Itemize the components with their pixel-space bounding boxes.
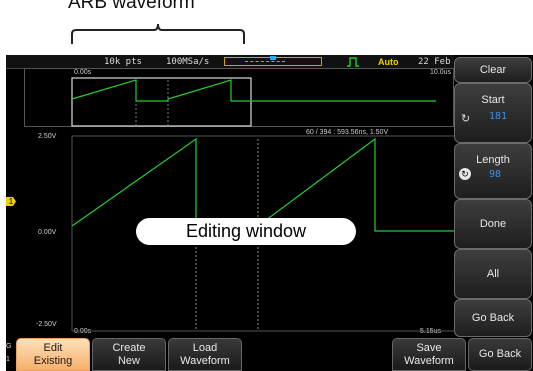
load-waveform-button[interactable]: Load Waveform [168, 338, 242, 371]
create-new-line1: Create [112, 341, 146, 354]
load-waveform-line2: Waveform [180, 354, 230, 367]
load-waveform-line1: Load [192, 341, 218, 354]
save-waveform-button[interactable]: Save Waveform [392, 338, 466, 371]
edit-existing-button[interactable]: Edit Existing [16, 338, 90, 371]
side-go-back-button[interactable]: Go Back [454, 299, 532, 337]
start-label: Start [481, 94, 505, 106]
caption-bracket [71, 23, 245, 44]
knob-icon: ↻ [461, 113, 471, 125]
start-value: 181 [489, 111, 508, 122]
channel-indicator: 1 [6, 356, 10, 363]
save-waveform-line2: Waveform [404, 354, 454, 367]
length-softkey[interactable]: Length ↻ 98 [454, 143, 532, 199]
bottom-go-back-label: Go Back [478, 348, 522, 360]
create-new-line2: New [117, 354, 140, 367]
editing-window-label: Editing window [136, 218, 356, 245]
length-label: Length [476, 154, 510, 166]
done-button[interactable]: Done [454, 199, 532, 249]
save-waveform-line1: Save [416, 341, 442, 354]
create-new-button[interactable]: Create New [92, 338, 166, 371]
main-waveform [71, 135, 454, 332]
clear-button[interactable]: Clear [454, 57, 532, 83]
active-knob-icon: ↻ [459, 168, 471, 180]
g-indicator: G [6, 343, 12, 350]
edit-existing-line2: Existing [33, 354, 73, 367]
bottom-go-back-button[interactable]: Go Back [468, 338, 532, 371]
edit-existing-line1: Edit [43, 341, 63, 354]
length-value: 98 [489, 169, 502, 180]
all-button[interactable]: All [454, 249, 532, 299]
oscilloscope-screen: 10k pts 100MSa/s Auto 22 Feb 0.00s 10.0u… [6, 55, 533, 371]
start-softkey[interactable]: Start ↻ 181 [454, 83, 532, 143]
